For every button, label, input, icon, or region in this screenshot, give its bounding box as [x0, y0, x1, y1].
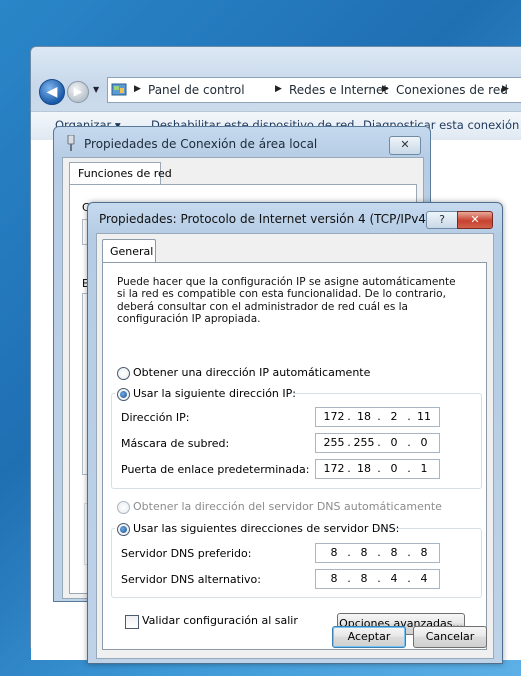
- ip-octet: 8: [360, 546, 368, 559]
- ip-octet: 8: [390, 546, 398, 559]
- close-button[interactable]: ✕: [457, 211, 493, 229]
- ip-octet: 8: [360, 572, 368, 585]
- ip-octet: 11: [417, 410, 431, 423]
- dns-manual-label[interactable]: Usar las siguientes direcciones de servi…: [133, 522, 399, 535]
- ip-manual-radio[interactable]: [117, 388, 130, 401]
- validate-checkbox[interactable]: [125, 615, 139, 629]
- ip-octet: 8: [330, 546, 338, 559]
- ip-octet: 8: [420, 546, 428, 559]
- gateway-label: Puerta de enlace predeterminada:: [121, 463, 310, 476]
- breadcrumb-network-internet[interactable]: Redes e Internet: [289, 83, 388, 97]
- ip-octet: 0: [390, 462, 398, 475]
- gateway-input[interactable]: 172 . 18 . 0 . 1: [315, 459, 440, 479]
- ipv4-dialog-body: General Puede hacer que la configuración…: [96, 233, 494, 659]
- ip-octet: 8: [330, 572, 338, 585]
- ip-octet: 172: [323, 462, 345, 475]
- tab-label: Funciones de red: [78, 167, 172, 180]
- ip-octet: 1: [420, 462, 428, 475]
- chevron-right-icon[interactable]: ▶: [134, 84, 141, 94]
- ipv4-dialog-title: Propiedades: Protocolo de Internet versi…: [99, 212, 431, 226]
- history-dropdown-icon[interactable]: ▼: [93, 85, 99, 94]
- dns-manual-radio[interactable]: [117, 523, 130, 536]
- tab-general[interactable]: General: [102, 239, 156, 264]
- ip-octet: 172: [323, 410, 345, 423]
- subnet-mask-input[interactable]: 255 . 255 . 0 . 0: [315, 433, 440, 453]
- chevron-right-icon[interactable]: ▶: [502, 84, 509, 94]
- ip-manual-label[interactable]: Usar la siguiente dirección IP:: [133, 387, 296, 400]
- ip-octet: 0: [390, 436, 398, 449]
- breadcrumb-network-connections[interactable]: Conexiones de red: [396, 83, 508, 97]
- ip-address-input[interactable]: 172 . 18 . 2 . 11: [315, 407, 440, 427]
- ipv4-properties-dialog: Propiedades: Protocolo de Internet versi…: [87, 202, 503, 664]
- help-button[interactable]: ?: [426, 211, 458, 229]
- accept-button[interactable]: Aceptar: [332, 626, 406, 648]
- dns-preferred-input[interactable]: 8 . 8 . 8 . 8: [315, 543, 440, 563]
- lan-close-button[interactable]: ✕: [389, 136, 421, 155]
- ip-octet: 255: [323, 436, 345, 449]
- ip-octet: 18: [357, 462, 371, 475]
- address-bar[interactable]: ▶ Panel de control ▶ Redes e Internet ▶ …: [107, 77, 521, 103]
- ip-auto-radio[interactable]: [117, 367, 130, 380]
- subnet-mask-label: Máscara de subred:: [121, 437, 230, 450]
- ip-octet: 4: [390, 572, 398, 585]
- forward-arrow-icon[interactable]: ▶: [67, 81, 89, 103]
- tab-label: General: [110, 245, 154, 258]
- chevron-right-icon[interactable]: ▶: [382, 84, 389, 94]
- cancel-button[interactable]: Cancelar: [413, 626, 487, 648]
- ip-octet: 0: [420, 436, 428, 449]
- dns-alternate-input[interactable]: 8 . 8 . 4 . 4: [315, 569, 440, 589]
- validate-label[interactable]: Validar configuración al salir: [142, 614, 298, 627]
- description-text: Puede hacer que la configuración IP se a…: [117, 276, 456, 326]
- general-tab-panel: Puede hacer que la configuración IP se a…: [102, 262, 487, 650]
- dns-auto-radio[interactable]: [117, 501, 130, 514]
- breadcrumb-control-panel[interactable]: Panel de control: [148, 83, 245, 97]
- dns-alternate-label: Servidor DNS alternativo:: [121, 573, 261, 586]
- dns-auto-label[interactable]: Obtener la dirección del servidor DNS au…: [133, 500, 442, 513]
- chevron-right-icon[interactable]: ▶: [275, 84, 282, 94]
- tab-network-functions[interactable]: Funciones de red: [69, 162, 172, 185]
- control-panel-icon: [111, 83, 127, 96]
- lan-dialog-title: Propiedades de Conexión de área local: [84, 137, 318, 151]
- dns-preferred-label: Servidor DNS preferido:: [121, 547, 252, 560]
- ip-octet: 255: [353, 436, 375, 449]
- ip-address-label: Dirección IP:: [121, 411, 190, 424]
- ip-octet: 2: [390, 410, 398, 423]
- ip-auto-label[interactable]: Obtener una dirección IP automáticamente: [133, 366, 370, 379]
- ip-octet: 4: [420, 572, 428, 585]
- network-adapter-icon: [67, 135, 75, 151]
- ip-octet: 18: [357, 410, 371, 423]
- back-arrow-icon[interactable]: ◀: [39, 79, 65, 105]
